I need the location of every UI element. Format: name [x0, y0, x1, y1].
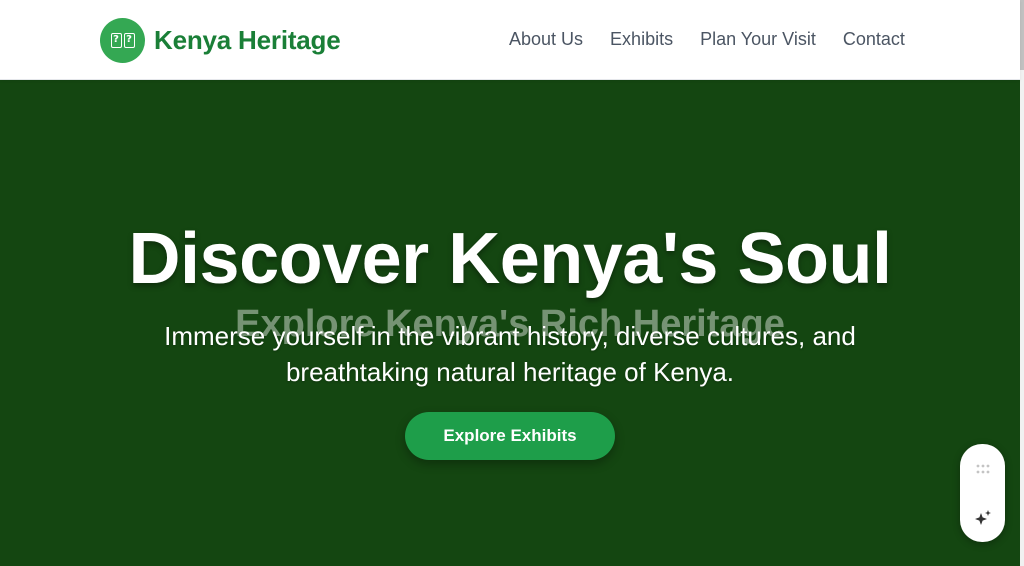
nav-link-plan-your-visit[interactable]: Plan Your Visit [700, 29, 816, 50]
nav-link-about-us[interactable]: About Us [509, 29, 583, 50]
logo-badge: ?? [100, 18, 145, 63]
hero-text: Immerse yourself in the vibrant history,… [164, 321, 856, 387]
floating-toolbar [960, 444, 1005, 542]
site-logo[interactable]: ?? Kenya Heritage [100, 18, 341, 63]
logo-text[interactable]: Kenya Heritage [154, 25, 341, 56]
site-header: ?? Kenya Heritage About Us Exhibits Plan… [0, 0, 1020, 80]
hero-section: Explore Kenya's Rich Heritage Discover K… [0, 80, 1020, 566]
main-nav: About Us Exhibits Plan Your Visit Contac… [509, 29, 932, 50]
nav-link-contact[interactable]: Contact [843, 29, 905, 50]
grip-icon[interactable] [976, 464, 990, 474]
page-scrollbar[interactable] [1020, 0, 1024, 566]
explore-exhibits-button[interactable]: Explore Exhibits [405, 412, 615, 460]
logo-glyph-left: ? [110, 33, 122, 48]
sparkle-icon[interactable] [973, 508, 993, 528]
nav-link-exhibits[interactable]: Exhibits [610, 29, 673, 50]
logo-glyph-right: ? [123, 33, 135, 48]
scrollbar-thumb[interactable] [1020, 0, 1024, 70]
hero-title: Discover Kenya's Soul [128, 219, 892, 299]
